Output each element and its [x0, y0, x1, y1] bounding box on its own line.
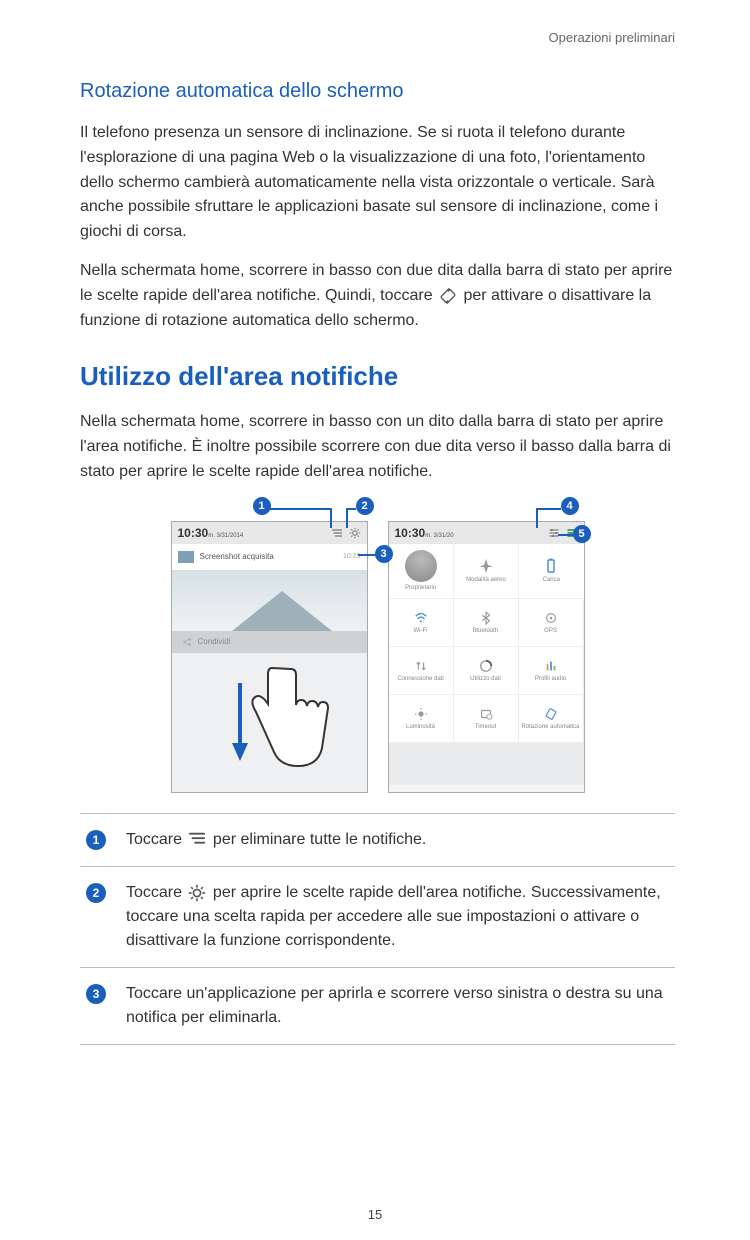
callout-1: 1: [253, 497, 271, 515]
callout-line-3: [358, 554, 376, 556]
status-time-suffix: m. 3/31/2014: [208, 533, 243, 539]
tile-label: Luminosità: [406, 724, 435, 730]
status-bar: 10:30m. 3/31/2014: [172, 522, 367, 544]
auto-rotate-icon: [439, 287, 457, 305]
qs-tile-data[interactable]: Connessione dati: [389, 647, 454, 695]
brightness-icon: [414, 707, 428, 721]
settings-gear-icon: [188, 884, 206, 902]
callout-5: 5: [573, 525, 591, 543]
airplane-icon: [478, 558, 494, 574]
qs-tile-brightness[interactable]: Luminosità: [389, 695, 454, 743]
callout-line-2: [348, 508, 356, 510]
legend-row-3: 3 Toccare un'applicazione per aprirla e …: [80, 968, 675, 1045]
data-arrows-icon: [414, 659, 428, 673]
tile-label: Modalità aereo: [466, 577, 506, 583]
qs-tile-audio[interactable]: Profili audio: [519, 647, 584, 695]
status-bar: 10:30m. 3/31/20: [389, 522, 584, 544]
legend-num-1: 1: [86, 830, 106, 850]
phone-screenshot-right: 10:30m. 3/31/20 Proprietario: [388, 521, 585, 793]
callout-line-1: [263, 508, 331, 510]
tile-label: Connessione dati: [397, 676, 443, 682]
data-usage-icon: [479, 659, 493, 673]
screenshot-thumb-icon: [178, 551, 194, 563]
status-time: 10:30: [178, 526, 209, 540]
clear-all-icon[interactable]: [331, 527, 343, 539]
callout-line-5: [558, 534, 573, 536]
gesture-area: [172, 653, 367, 793]
legend-num-2: 2: [86, 883, 106, 903]
qs-tile-usage[interactable]: Utilizzo dati: [454, 647, 519, 695]
hand-icon: [217, 653, 337, 793]
phone-screenshot-left: 10:30m. 3/31/2014 Screenshot acqu: [171, 521, 368, 793]
legend-row-2: 2 Toccare per aprire le scelte rapide de…: [80, 867, 675, 968]
callout-line-2b: [346, 508, 348, 528]
legend-row-1: 1 Toccare per eliminare tutte le notific…: [80, 814, 675, 867]
qs-tile-autorotate[interactable]: Rotazione automatica: [519, 695, 584, 743]
header-breadcrumb: Operazioni preliminari: [80, 30, 675, 45]
audio-profile-icon: [544, 659, 558, 673]
section-heading-notifiche: Utilizzo dell'area notifiche: [80, 361, 675, 392]
callout-line-1b: [330, 508, 332, 528]
blank-area: [389, 743, 584, 785]
share-icon: [182, 637, 192, 647]
clear-all-icon: [188, 831, 206, 849]
tile-label: Carica: [543, 577, 560, 583]
wifi-icon: [414, 611, 428, 625]
callout-line-4: [536, 508, 561, 510]
legend-text-3: Toccare un'applicazione per aprirla e sc…: [126, 982, 669, 1030]
legend-num-3: 3: [86, 984, 106, 1004]
qs-tile-timeout[interactable]: Timeout: [454, 695, 519, 743]
legend-text-2: Toccare per aprire le scelte rapide dell…: [126, 881, 669, 953]
section1-para1: Il telefono presenza un sensore di incli…: [80, 121, 675, 245]
tile-label: Timeout: [475, 724, 496, 730]
tile-label: Rotazione automatica: [521, 724, 579, 730]
callout-4: 4: [561, 497, 579, 515]
gps-icon: [544, 611, 558, 625]
timeout-icon: [479, 707, 493, 721]
qs-tile-gps[interactable]: GPS: [519, 599, 584, 647]
callout-line-4b: [536, 508, 538, 528]
rotate-icon: [544, 707, 558, 721]
qs-tile-bluetooth[interactable]: Bluetooth: [454, 599, 519, 647]
figure-notification-panel: 1 2 4 5 3 10:30m. 3/31/2014: [80, 499, 675, 793]
tile-label: GPS: [544, 628, 557, 634]
section2-para1: Nella schermata home, scorrere in basso …: [80, 410, 675, 484]
bluetooth-icon: [479, 611, 493, 625]
tile-label: Bluetooth: [473, 628, 498, 634]
tile-label: Utilizzo dati: [470, 676, 501, 682]
qs-tile-wifi[interactable]: Wi-Fi: [389, 599, 454, 647]
callout-3: 3: [375, 545, 393, 563]
battery-icon: [543, 558, 559, 574]
legend-text-1: Toccare per eliminare tutte le notifiche…: [126, 828, 426, 852]
owner-tile[interactable]: Proprietario: [389, 544, 454, 598]
page-number: 15: [0, 1207, 750, 1222]
tile-label: Wi-Fi: [414, 628, 428, 634]
legend-table: 1 Toccare per eliminare tutte le notific…: [80, 813, 675, 1045]
share-row[interactable]: Condividi: [172, 631, 367, 653]
status-time: 10:30: [395, 526, 426, 540]
notification-title: Screenshot acquisita: [200, 552, 274, 561]
qs-tile-battery[interactable]: Carica: [519, 544, 583, 598]
tile-label: Profili audio: [535, 676, 566, 682]
screenshot-preview: [172, 571, 367, 631]
status-time-suffix: m. 3/31/20: [425, 533, 453, 539]
qs-tile-airplane[interactable]: Modalità aereo: [454, 544, 519, 598]
callout-2: 2: [356, 497, 374, 515]
owner-avatar-icon: [405, 550, 437, 582]
notification-row[interactable]: Screenshot acquisita 10:29: [172, 544, 367, 571]
settings-gear-icon[interactable]: [349, 527, 361, 539]
section-heading-rotation: Rotazione automatica dello schermo: [80, 80, 675, 103]
section1-para2: Nella schermata home, scorrere in basso …: [80, 259, 675, 333]
sliders-icon[interactable]: [548, 527, 560, 539]
share-label: Condividi: [198, 637, 231, 646]
owner-label: Proprietario: [405, 585, 436, 591]
